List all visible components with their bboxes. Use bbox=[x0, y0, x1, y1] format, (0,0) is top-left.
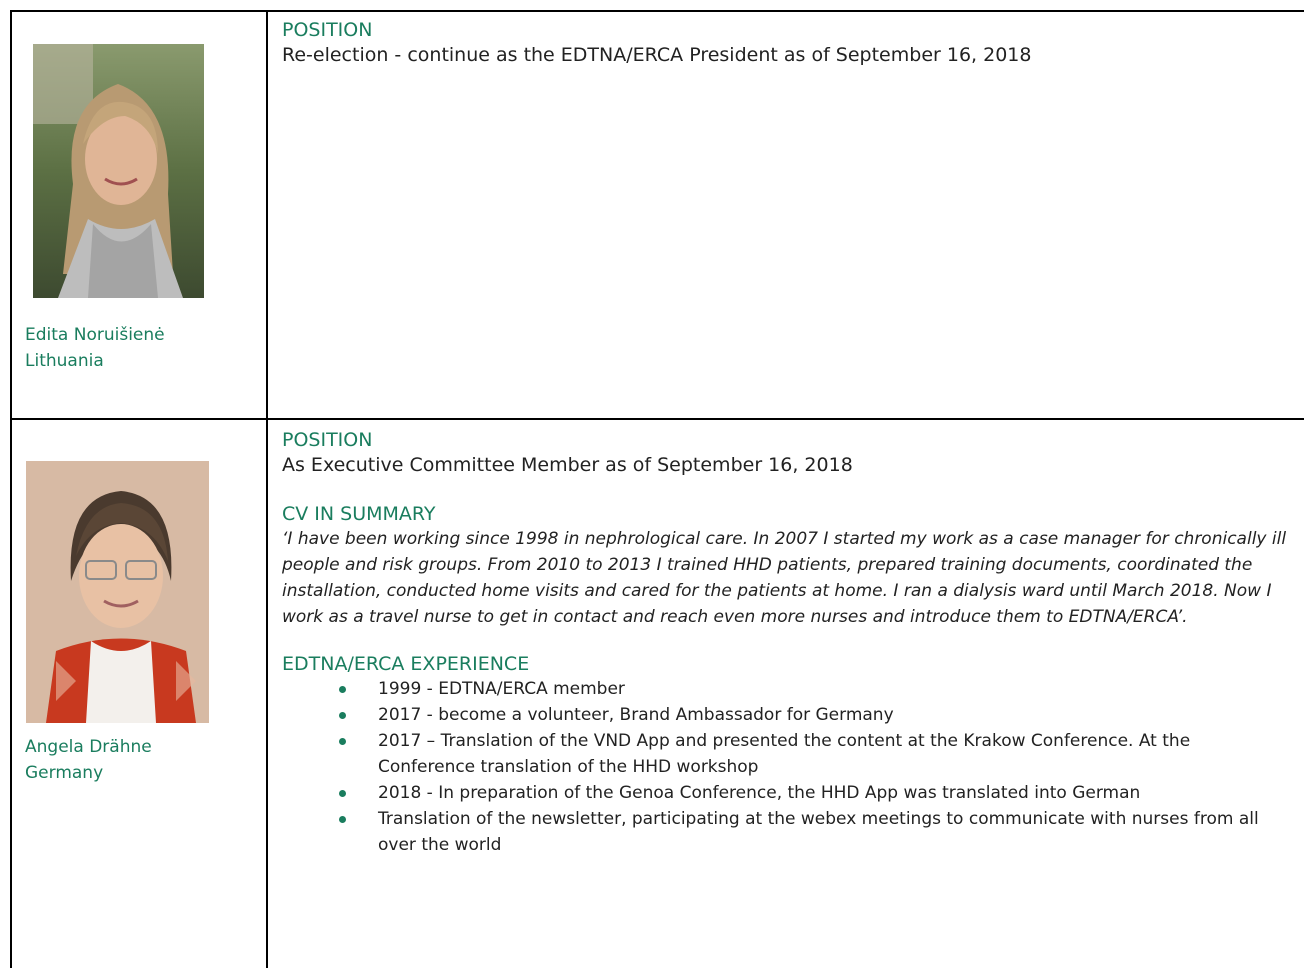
bullet-icon bbox=[339, 816, 346, 823]
row1-content: POSITION Re-election - continue as the E… bbox=[282, 18, 1292, 68]
table-column-divider bbox=[266, 10, 268, 968]
position-text: Re-election - continue as the EDTNA/ERCA… bbox=[282, 44, 1032, 66]
position-heading: POSITION bbox=[282, 19, 373, 41]
experience-item: 2017 - become a volunteer, Brand Ambassa… bbox=[282, 702, 1292, 728]
experience-item: Translation of the newsletter, participa… bbox=[282, 806, 1292, 858]
bullet-icon bbox=[339, 712, 346, 719]
experience-item: 2018 - In preparation of the Genoa Confe… bbox=[282, 780, 1292, 806]
person-name: Angela Drähne bbox=[25, 737, 152, 757]
experience-list: 1999 - EDTNA/ERCA member 2017 - become a… bbox=[282, 676, 1292, 858]
cv-text: ‘I have been working since 1998 in nephr… bbox=[282, 529, 1287, 627]
table-border-left bbox=[10, 10, 12, 968]
person-name: Edita Noruišienė bbox=[25, 325, 165, 345]
person-name-label: Edita Noruišienė Lithuania bbox=[25, 322, 165, 374]
position-heading: POSITION bbox=[282, 429, 373, 451]
row2-content: POSITION As Executive Committee Member a… bbox=[282, 428, 1292, 858]
bullet-icon bbox=[339, 790, 346, 797]
table-row-divider bbox=[10, 418, 1304, 420]
experience-item: 2017 – Translation of the VND App and pr… bbox=[282, 728, 1292, 780]
experience-heading: EDTNA/ERCA EXPERIENCE bbox=[282, 653, 530, 675]
person-country: Germany bbox=[25, 763, 104, 783]
person-name-label-2: Angela Drähne Germany bbox=[25, 734, 152, 786]
person-country: Lithuania bbox=[25, 351, 104, 371]
position-text: As Executive Committee Member as of Sept… bbox=[282, 454, 853, 476]
photo-angela bbox=[26, 461, 209, 723]
table-border-top bbox=[10, 10, 1304, 12]
bullet-icon bbox=[339, 738, 346, 745]
cv-heading: CV IN SUMMARY bbox=[282, 503, 436, 525]
experience-item: 1999 - EDTNA/ERCA member bbox=[282, 676, 1292, 702]
bullet-icon bbox=[339, 686, 346, 693]
photo-edita bbox=[33, 44, 204, 298]
